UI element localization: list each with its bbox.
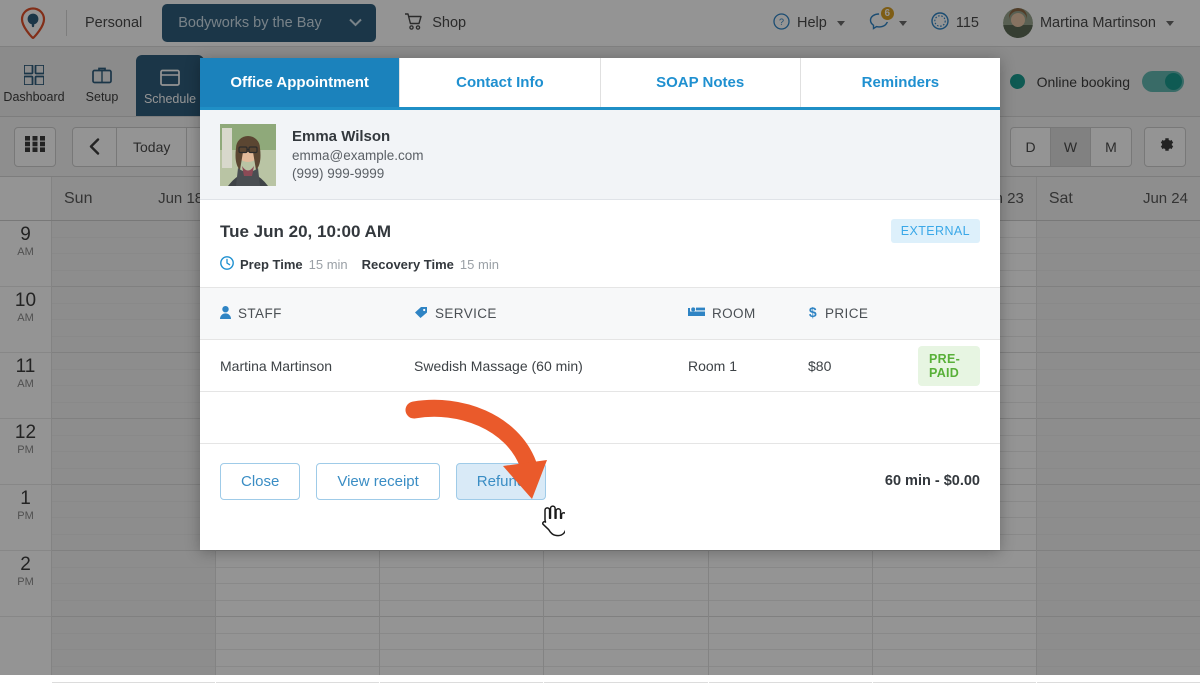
client-details: Emma Wilson emma@example.com (999) 999-9… xyxy=(292,128,424,181)
tab-reminders[interactable]: Reminders xyxy=(801,58,1000,107)
footer-total-text: 60 min - $0.00 xyxy=(885,473,980,489)
external-badge: EXTERNAL xyxy=(891,219,980,243)
pointing-hand-cursor-icon xyxy=(539,505,565,542)
service-table-row[interactable]: Martina Martinson Swedish Massage (60 mi… xyxy=(200,340,1000,392)
cell-room: Room 1 xyxy=(688,358,808,374)
service-table-header: STAFF SERVICE ROOM xyxy=(200,288,1000,340)
column-header-price: $ PRICE xyxy=(808,305,918,322)
column-header-label: SERVICE xyxy=(435,306,497,321)
cell-service: Swedish Massage (60 min) xyxy=(414,358,688,374)
cell-status: PRE-PAID xyxy=(918,346,980,386)
column-header-room: ROOM xyxy=(688,306,808,321)
client-summary: Emma Wilson emma@example.com (999) 999-9… xyxy=(200,110,1000,200)
clock-icon xyxy=(220,256,234,273)
prep-time-value: 15 min xyxy=(309,257,348,272)
modal-tabs: Office Appointment Contact Info SOAP Not… xyxy=(200,58,1000,110)
modal-footer: Close View receipt Refund 60 min - $0.00 xyxy=(200,444,1000,518)
bed-icon xyxy=(688,306,705,321)
appointment-datetime: Tue Jun 20, 10:00 AM xyxy=(220,222,980,242)
recovery-time-value: 15 min xyxy=(460,257,499,272)
person-icon xyxy=(220,306,231,322)
appointment-times-meta: Prep Time 15 min Recovery Time 15 min xyxy=(220,256,980,273)
service-table-empty-space xyxy=(200,392,1000,444)
tag-icon xyxy=(414,306,428,322)
view-receipt-button[interactable]: View receipt xyxy=(316,463,439,500)
svg-text:$: $ xyxy=(809,305,817,319)
prep-time-label: Prep Time xyxy=(240,257,303,272)
column-header-label: STAFF xyxy=(238,306,282,321)
status-badge: PRE-PAID xyxy=(918,346,980,386)
refund-button[interactable]: Refund xyxy=(456,463,546,500)
appointment-when-section: Tue Jun 20, 10:00 AM Prep Time 15 min Re… xyxy=(200,200,1000,288)
footer-total: 60 min - $0.00 xyxy=(885,473,980,489)
column-header-label: ROOM xyxy=(712,306,756,321)
client-email[interactable]: emma@example.com xyxy=(292,148,424,163)
close-button[interactable]: Close xyxy=(220,463,300,500)
column-header-label: PRICE xyxy=(825,306,868,321)
tab-soap-notes[interactable]: SOAP Notes xyxy=(601,58,801,107)
dollar-icon: $ xyxy=(808,305,818,322)
cell-staff: Martina Martinson xyxy=(220,358,414,374)
recovery-time-label: Recovery Time xyxy=(362,257,454,272)
cell-price: $80 xyxy=(808,358,918,374)
tab-contact-info[interactable]: Contact Info xyxy=(400,58,600,107)
client-phone[interactable]: (999) 999-9999 xyxy=(292,166,424,181)
appointment-modal: Office Appointment Contact Info SOAP Not… xyxy=(200,58,1000,550)
client-name: Emma Wilson xyxy=(292,128,424,145)
column-header-service: SERVICE xyxy=(414,306,688,322)
client-photo xyxy=(220,124,276,186)
column-header-staff: STAFF xyxy=(220,306,414,322)
tab-office-appointment[interactable]: Office Appointment xyxy=(200,58,400,107)
